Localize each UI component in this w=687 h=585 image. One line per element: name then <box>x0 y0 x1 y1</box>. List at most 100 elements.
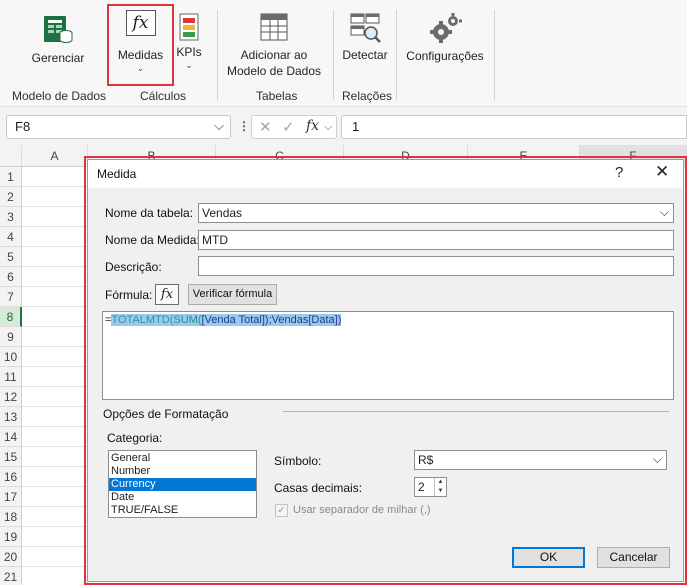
cell[interactable] <box>22 447 88 467</box>
row-header[interactable]: 20 <box>0 547 22 567</box>
formula-paren: ) <box>337 314 342 326</box>
verify-formula-button[interactable]: Verificar fórmula <box>188 284 277 305</box>
group-separator <box>494 10 495 100</box>
cell[interactable] <box>22 407 88 427</box>
category-item[interactable]: General <box>109 452 256 465</box>
decimals-value: 2 <box>418 480 425 494</box>
select-all-corner[interactable] <box>0 145 22 167</box>
cell[interactable] <box>22 527 88 547</box>
dialog-titlebar[interactable]: Medida ? ✕ <box>88 160 683 188</box>
category-item[interactable]: Date <box>109 491 256 504</box>
gerenciar-button[interactable]: Gerenciar <box>28 12 88 66</box>
cell[interactable] <box>22 187 88 207</box>
row-header[interactable]: 19 <box>0 527 22 547</box>
confirm-icon[interactable]: ✓ <box>282 118 295 136</box>
row-header[interactable]: 2 <box>0 187 22 207</box>
row-header-selected[interactable]: 8 <box>0 307 22 327</box>
cell[interactable] <box>22 227 88 247</box>
gerenciar-label: Gerenciar <box>31 51 85 65</box>
row-header[interactable]: 9 <box>0 327 22 347</box>
insert-function-button[interactable]: fx <box>155 284 179 305</box>
formula-function-sum: SUM <box>173 314 198 326</box>
column-header-a[interactable]: A <box>22 145 88 167</box>
cell[interactable] <box>22 247 88 267</box>
row-header[interactable]: 11 <box>0 367 22 387</box>
stepper-arrows[interactable]: ▲ ▼ <box>434 478 446 496</box>
chevron-down-icon[interactable]: ⌵ <box>653 452 662 467</box>
cell[interactable] <box>22 287 88 307</box>
cancel-button[interactable]: Cancelar <box>597 547 670 568</box>
row-header[interactable]: 13 <box>0 407 22 427</box>
chevron-down-icon[interactable]: ⌵ <box>324 121 332 134</box>
format-options-label: Opções de Formatação <box>103 407 229 421</box>
row-header[interactable]: 7 <box>0 287 22 307</box>
ribbon: Gerenciar fx Medidas ⌄ KPIs ⌄ Adicionar … <box>0 0 687 107</box>
row-header[interactable]: 10 <box>0 347 22 367</box>
row-header[interactable]: 14 <box>0 427 22 447</box>
cell[interactable] <box>22 167 88 187</box>
row-header[interactable]: 3 <box>0 207 22 227</box>
category-item[interactable]: Number <box>109 465 256 478</box>
chevron-down-icon[interactable]: ⌵ <box>214 118 224 134</box>
detectar-button[interactable]: Detectar <box>338 12 392 63</box>
data-model-icon <box>44 16 73 43</box>
symbol-select[interactable]: R$ ⌵ <box>414 450 667 470</box>
group-label-modelo: Modelo de Dados <box>12 89 107 103</box>
row-header[interactable]: 18 <box>0 507 22 527</box>
insert-function-icon[interactable]: fx <box>306 118 319 134</box>
cell[interactable] <box>22 387 88 407</box>
name-box[interactable]: F8 ⌵ <box>6 115 231 139</box>
cell[interactable] <box>22 547 88 567</box>
row-header[interactable]: 1 <box>0 167 22 187</box>
decimals-stepper[interactable]: 2 ▲ ▼ <box>414 477 447 497</box>
cell[interactable] <box>22 347 88 367</box>
cell[interactable] <box>22 267 88 287</box>
configuracoes-label: Configurações <box>406 49 484 63</box>
kpis-button[interactable]: KPIs ⌄ <box>175 12 203 70</box>
help-icon[interactable]: ? <box>615 164 623 181</box>
category-list[interactable]: General Number Currency Date TRUE/FALSE <box>108 450 257 518</box>
row-header[interactable]: 4 <box>0 227 22 247</box>
row-header[interactable]: 21 <box>0 567 22 585</box>
more-options-icon[interactable]: ⋮ <box>238 119 250 133</box>
cell[interactable] <box>22 327 88 347</box>
cell[interactable] <box>22 207 88 227</box>
row-header[interactable]: 5 <box>0 247 22 267</box>
ok-button[interactable]: OK <box>512 547 585 568</box>
row-header[interactable]: 17 <box>0 487 22 507</box>
cell[interactable] <box>22 487 88 507</box>
cell[interactable] <box>22 507 88 527</box>
cell[interactable] <box>22 427 88 447</box>
category-item-selected[interactable]: Currency <box>109 478 256 491</box>
cell[interactable] <box>22 307 88 327</box>
chevron-down-icon[interactable]: ⌵ <box>660 205 669 220</box>
cell[interactable] <box>22 367 88 387</box>
detect-relationships-icon <box>350 13 381 43</box>
cancel-icon[interactable]: ✕ <box>259 118 272 136</box>
thousands-separator-label: Usar separador de milhar (,) <box>293 504 431 516</box>
arrow-down-icon[interactable]: ▼ <box>435 487 446 496</box>
description-input[interactable] <box>198 256 674 276</box>
row-header[interactable]: 6 <box>0 267 22 287</box>
cell[interactable] <box>22 567 88 585</box>
adicionar-modelo-button[interactable]: Adicionar ao Modelo de Dados <box>222 12 326 79</box>
group-label-calculos: Cálculos <box>140 89 187 103</box>
thousands-separator-checkbox[interactable]: ✓ <box>275 504 288 517</box>
measure-name-label: Nome da Medida: <box>105 233 200 247</box>
row-header[interactable]: 15 <box>0 447 22 467</box>
arrow-up-icon[interactable]: ▲ <box>435 478 446 487</box>
formula-input[interactable]: 1 <box>341 115 687 139</box>
category-item[interactable]: TRUE/FALSE <box>109 504 256 517</box>
row-header[interactable]: 16 <box>0 467 22 487</box>
formula-editor[interactable]: =TOTALMTD(SUM([Venda Total]);Vendas[Data… <box>102 311 674 400</box>
description-label: Descrição: <box>105 260 162 274</box>
formula-bar: F8 ⌵ ⋮ ✕ ✓ fx ⌵ 1 <box>0 107 687 145</box>
group-separator <box>333 10 334 100</box>
measure-name-value: MTD <box>202 233 228 247</box>
row-header[interactable]: 12 <box>0 387 22 407</box>
table-name-select[interactable]: Vendas ⌵ <box>198 203 674 223</box>
close-icon[interactable]: ✕ <box>655 162 669 182</box>
measure-name-input[interactable]: MTD <box>198 230 674 250</box>
cell[interactable] <box>22 467 88 487</box>
configuracoes-button[interactable]: Configurações <box>402 12 488 64</box>
